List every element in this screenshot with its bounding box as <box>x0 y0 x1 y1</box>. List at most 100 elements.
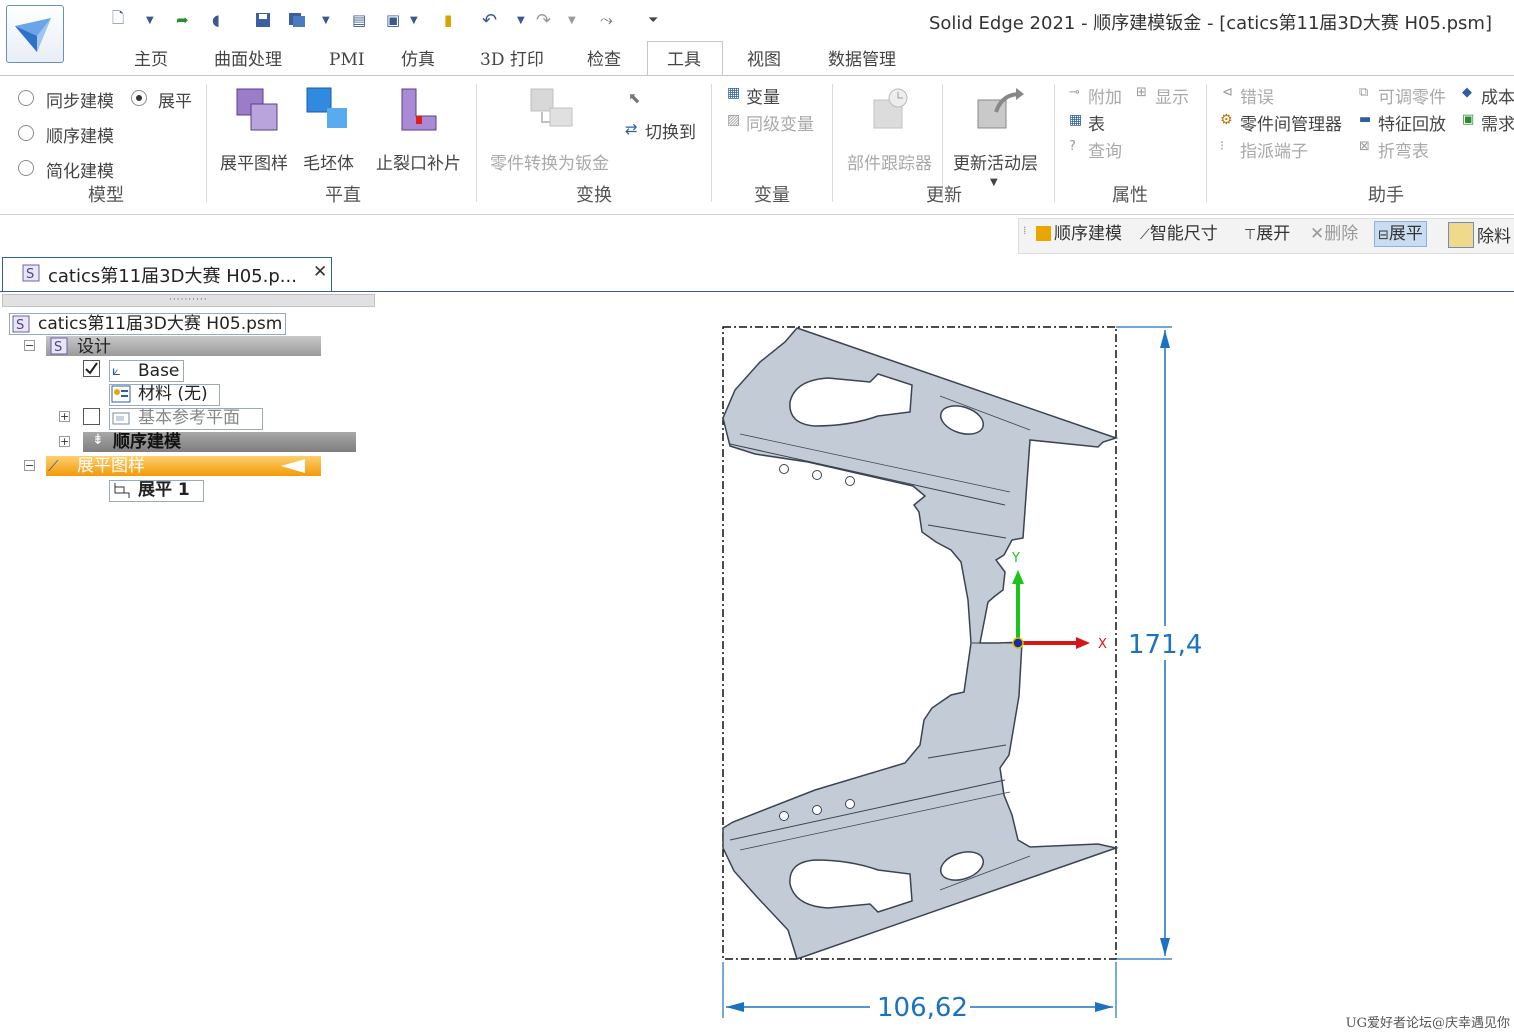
undo-icon[interactable]: ↶ <box>482 9 497 31</box>
convert-to-sheet-metal-button[interactable]: 零件转换为钣金 <box>490 149 609 174</box>
assign-terminal-button[interactable]: 指派端子 <box>1240 137 1308 162</box>
table-button[interactable]: 表 <box>1088 110 1105 135</box>
radio-sync-modeling[interactable] <box>18 90 34 106</box>
unfold-command[interactable]: ⊤展开 <box>1244 222 1290 246</box>
ordered-modeling-icon <box>1036 226 1051 241</box>
window-icon[interactable]: ▣ <box>386 9 400 31</box>
collapse-icon[interactable]: − <box>24 340 35 351</box>
radio-flatten[interactable] <box>131 90 147 106</box>
flatten-label[interactable]: 展平 <box>158 87 192 112</box>
feature-playback-icon[interactable]: ▬ <box>1359 112 1371 127</box>
blank-body-button[interactable]: 毛坯体 <box>303 149 354 174</box>
customize-quick-access-icon[interactable]: ⏷ <box>648 9 658 31</box>
grip-handle[interactable]: ⁞ <box>1023 224 1027 237</box>
chevron-down-icon[interactable]: ▼ <box>568 9 576 31</box>
attach-button[interactable]: 附加 <box>1088 83 1122 108</box>
switch-to-icon[interactable]: ⇄ <box>625 120 638 138</box>
tab-simulation[interactable]: 仿真 <box>401 46 435 74</box>
part-tracker-button[interactable]: 部件跟踪器 <box>847 149 932 174</box>
peer-variables-icon[interactable]: ▨ <box>727 112 740 128</box>
requirements-button[interactable]: 需求 <box>1481 110 1514 135</box>
save-icon[interactable] <box>255 9 271 31</box>
variables-icon[interactable]: ▦ <box>727 85 740 101</box>
flat-pattern-icon[interactable] <box>234 86 280 140</box>
base-visibility-checkbox[interactable] <box>83 360 100 377</box>
interpart-manager-button[interactable]: 零件间管理器 <box>1240 110 1342 135</box>
update-active-level-icon[interactable] <box>972 86 1024 138</box>
chevron-down-icon[interactable]: ▼ <box>322 9 330 31</box>
tab-inspect[interactable]: 检查 <box>587 46 621 74</box>
close-tab-icon[interactable]: ✕ <box>313 262 327 282</box>
ordered-modeling-label[interactable]: 顺序建模 <box>46 122 114 147</box>
sync-modeling-label[interactable]: 同步建模 <box>46 87 114 112</box>
bend-table-button[interactable]: 折弯表 <box>1378 137 1429 162</box>
feature-playback-button[interactable]: 特征回放 <box>1378 110 1446 135</box>
variables-button[interactable]: 变量 <box>746 83 780 108</box>
requirements-icon[interactable]: ▣ <box>1462 112 1474 127</box>
tab-home[interactable]: 主页 <box>134 46 168 74</box>
errors-icon[interactable]: ⊲ <box>1222 85 1233 100</box>
delete-command[interactable]: ✕删除 <box>1310 222 1358 246</box>
tab-data-management[interactable]: 数据管理 <box>828 46 896 74</box>
chevron-down-icon[interactable]: ▼ <box>990 177 998 188</box>
chevron-down-icon[interactable]: ▼ <box>410 9 418 31</box>
blank-body-icon[interactable] <box>305 86 351 140</box>
adjustable-part-button[interactable]: 可调零件 <box>1378 83 1446 108</box>
attach-icon[interactable]: ⊸ <box>1069 85 1080 100</box>
ordered-modeling-command[interactable]: 顺序建模 <box>1036 222 1122 246</box>
redo-icon[interactable]: ↷ <box>536 9 551 31</box>
radio-simplified-modeling[interactable] <box>18 160 34 176</box>
bend-table-icon[interactable]: ⊠ <box>1359 139 1370 154</box>
notebook-icon[interactable]: ▮ <box>444 9 452 31</box>
svg-text:S: S <box>16 318 24 333</box>
display-button[interactable]: 显示 <box>1155 83 1189 108</box>
reference-icon[interactable]: ⤳ <box>600 9 613 31</box>
tab-surfacing[interactable]: 曲面处理 <box>214 46 282 74</box>
width-dimension-value: 106,62 <box>877 993 968 1023</box>
smart-dimension-command[interactable]: ⟋智能尺寸 <box>1140 222 1218 246</box>
cursor-select-icon[interactable]: ⬉ <box>628 89 641 107</box>
pin-icon[interactable]: ◖ <box>212 9 220 31</box>
expand-icon[interactable]: + <box>59 411 70 422</box>
expand-icon[interactable]: + <box>59 436 70 447</box>
relief-patch-button[interactable]: 止裂口补片 <box>376 149 461 174</box>
switch-to-button[interactable]: 切换到 <box>645 118 696 143</box>
collapse-icon[interactable]: − <box>24 460 35 471</box>
flat-pattern-button[interactable]: 展平图样 <box>220 149 288 174</box>
cost-button[interactable]: 成本 <box>1481 83 1514 108</box>
update-active-level-button[interactable]: 更新活动层 <box>953 149 1038 174</box>
errors-button[interactable]: 错误 <box>1240 83 1274 108</box>
chevron-down-icon[interactable]: ▼ <box>146 9 154 31</box>
display-icon[interactable]: ⊞ <box>1136 85 1147 100</box>
ref-planes-label: 基本参考平面 <box>138 408 240 428</box>
app-logo[interactable] <box>6 5 64 63</box>
adjustable-part-icon[interactable]: ⧉ <box>1359 85 1368 100</box>
save-all-icon[interactable] <box>288 9 306 31</box>
terminal-icon[interactable]: ⁝ <box>1220 139 1224 154</box>
tab-3d-print[interactable]: 3D 打印 <box>480 46 544 74</box>
part-tracker-icon[interactable] <box>868 86 914 138</box>
pane-splitter[interactable]: ·········· <box>2 294 375 307</box>
simplified-modeling-label[interactable]: 简化建模 <box>46 157 114 182</box>
remove-material-command[interactable]: 除料 <box>1448 222 1511 248</box>
cost-icon[interactable]: ◆ <box>1462 85 1472 100</box>
open-file-icon[interactable]: ➦ <box>176 9 189 31</box>
new-file-icon[interactable]: 🗋 <box>112 9 124 31</box>
tab-tools[interactable]: 工具 <box>667 46 701 74</box>
tab-view[interactable]: 视图 <box>747 46 781 74</box>
relief-patch-icon[interactable] <box>398 86 444 140</box>
ref-planes-visibility-checkbox[interactable] <box>83 408 100 425</box>
radio-ordered-modeling[interactable] <box>18 125 34 141</box>
convert-part-icon[interactable] <box>528 86 578 140</box>
peer-variables-button[interactable]: 同级变量 <box>746 110 814 135</box>
table-icon[interactable]: ▦ <box>1069 112 1082 128</box>
query-button[interactable]: 查询 <box>1088 137 1122 162</box>
flatten-command[interactable]: ⊟展平 <box>1374 221 1427 247</box>
interpart-manager-icon[interactable]: ⚙ <box>1220 112 1233 128</box>
graphics-window[interactable]: Y X 171,4 106,62 <box>700 300 1220 1030</box>
end-of-tree-marker-icon[interactable] <box>281 458 307 478</box>
query-icon[interactable]: ? <box>1069 139 1076 154</box>
properties-icon[interactable]: ▤ <box>352 9 366 31</box>
chevron-down-icon[interactable]: ▼ <box>517 9 525 31</box>
tab-pmi[interactable]: PMI <box>329 46 365 74</box>
